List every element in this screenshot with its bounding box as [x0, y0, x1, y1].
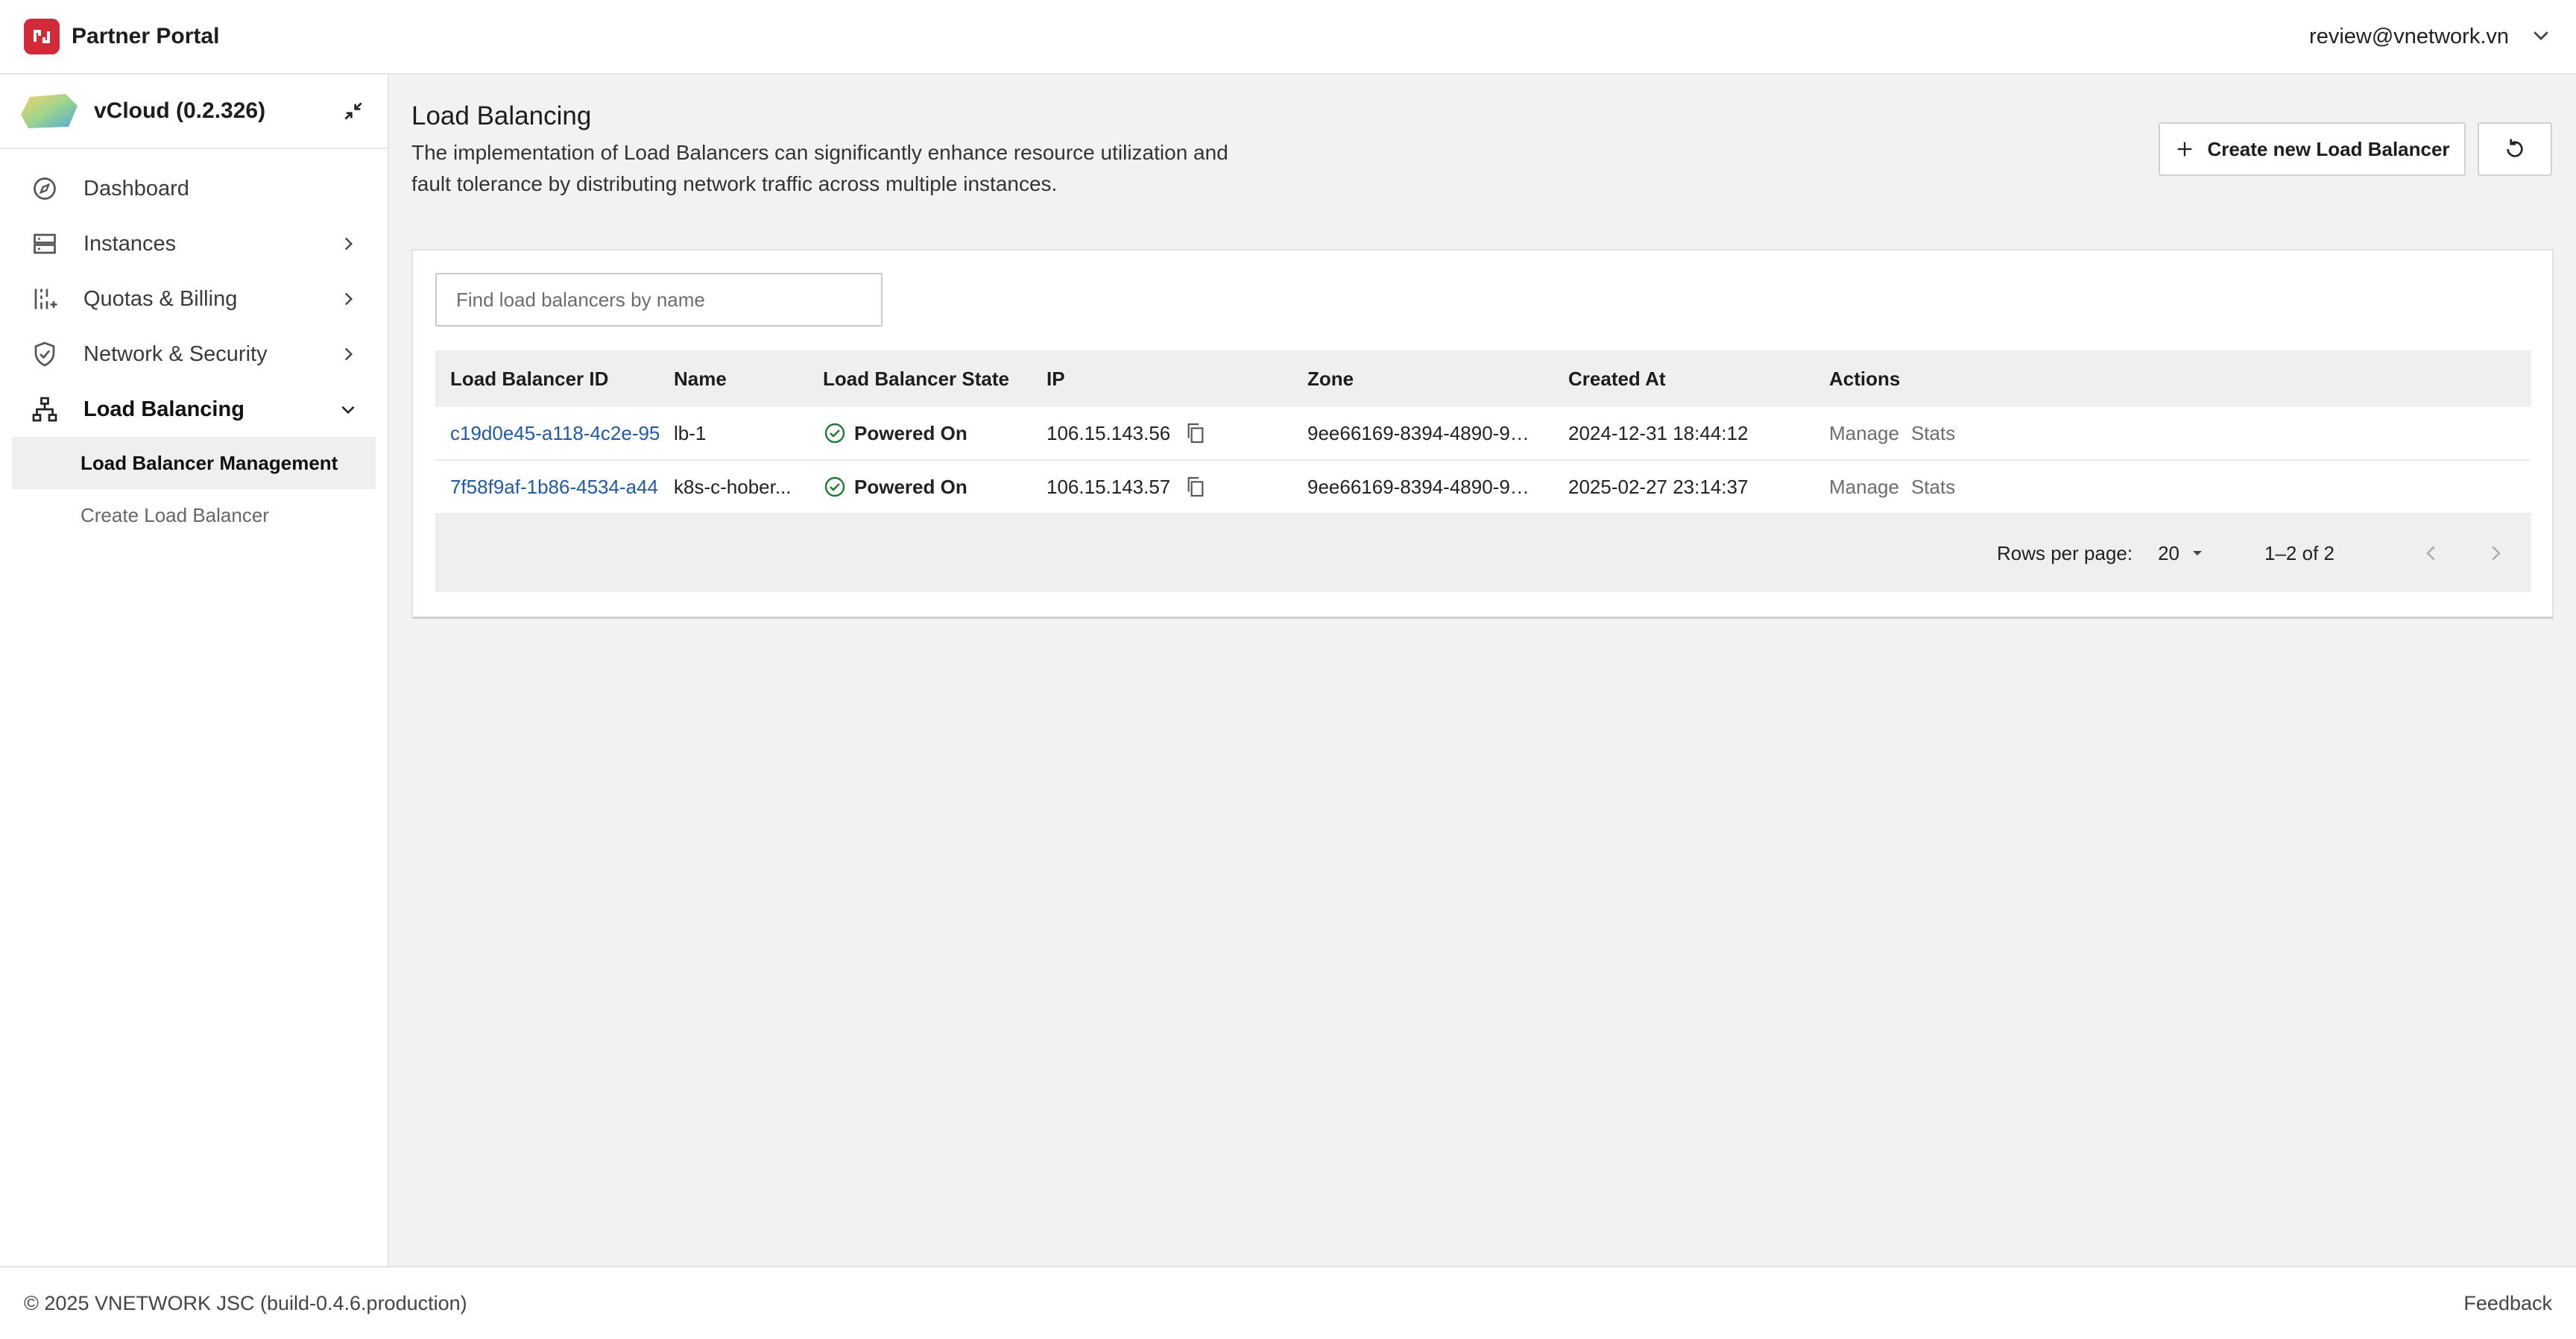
brand-name: Partner Portal: [72, 24, 220, 48]
sidebar-item-label: Load Balancing: [83, 397, 244, 421]
column-header-id[interactable]: Load Balancer ID: [435, 368, 659, 391]
page-header: Load Balancing The implementation of Loa…: [411, 101, 1306, 200]
org-switcher: vCloud (0.2.326): [0, 75, 388, 149]
created-at: 2024-12-31 18:44:12: [1568, 421, 1749, 444]
sidebar-item-label: Network & Security: [83, 341, 268, 366]
copyright-text: © 2025 VNETWORK JSC (build-0.4.6.product…: [24, 1291, 467, 1314]
plus-icon: [2178, 142, 2192, 157]
org-name: vCloud (0.2.326): [94, 98, 266, 123]
sidebar-item-label: Quotas & Billing: [83, 286, 238, 311]
ip-address: 106.15.143.57: [1046, 475, 1171, 498]
rows-per-page-value: 20: [2158, 541, 2180, 564]
zone-id: 9ee66169-8394-4890-93...: [1307, 421, 1531, 444]
column-header-actions: Actions: [1829, 367, 1901, 390]
manage-button[interactable]: Manage: [1829, 476, 1899, 499]
collapse-sidebar-button[interactable]: [338, 96, 368, 126]
load-balancer-name: lb-1: [674, 421, 707, 444]
search-input[interactable]: [435, 273, 883, 327]
main-content: Load Balancing The implementation of Loa…: [391, 75, 2576, 1266]
sidebar-item-quotas-billing[interactable]: Quotas & Billing: [0, 271, 388, 327]
sidebar-item-label: Instances: [83, 231, 177, 256]
refresh-button[interactable]: [2478, 122, 2552, 176]
copy-icon[interactable]: [1184, 421, 1208, 445]
feedback-link[interactable]: Feedback: [2463, 1292, 2552, 1315]
user-email: review@vnetwork.vn: [2309, 24, 2509, 48]
create-load-balancer-button[interactable]: Create new Load Balancer: [2159, 122, 2466, 176]
created-at: 2025-02-27 23:14:37: [1568, 475, 1749, 498]
table-header: Load Balancer ID Name Load Balancer Stat…: [435, 350, 2531, 407]
chevron-down-icon: [2530, 24, 2552, 50]
status-badge: Powered On: [808, 475, 1032, 499]
top-header: Partner Portal review@vnetwork.vn: [0, 0, 2576, 75]
column-header-zone[interactable]: Zone: [1292, 368, 1553, 391]
sidebar-subitem-create-load-balancer[interactable]: Create Load Balancer: [12, 489, 376, 541]
table-row: c19d0e45-a118-4c2e-95 lb-1 Powered On 10…: [435, 407, 2531, 461]
sidebar-nav: Dashboard Instances Quotas & Billing Net…: [0, 149, 388, 541]
stats-button[interactable]: Stats: [1911, 422, 1955, 445]
sidebar-subitem-label: Load Balancer Management: [80, 451, 338, 474]
shield-icon: [30, 339, 60, 369]
ip-address: 106.15.143.56: [1046, 421, 1171, 444]
page-title: Load Balancing: [411, 101, 592, 130]
compass-icon: [30, 174, 60, 204]
status-text: Powered On: [854, 421, 967, 444]
zone-id: 9ee66169-8394-4890-93...: [1307, 475, 1531, 498]
load-balancer-table-card: Load Balancer ID Name Load Balancer Stat…: [411, 249, 2554, 619]
sidebar-subitem-label: Create Load Balancer: [80, 503, 269, 526]
chevron-right-icon: [337, 233, 359, 255]
check-circle-icon: [824, 476, 845, 497]
rows-per-page-select[interactable]: 20: [2158, 542, 2206, 565]
column-header-created-at[interactable]: Created At: [1553, 368, 1814, 391]
next-page-button[interactable]: [2481, 538, 2510, 568]
column-header-ip[interactable]: IP: [1032, 368, 1292, 391]
user-menu[interactable]: review@vnetwork.vn: [2309, 24, 2552, 50]
chevron-right-icon: [337, 288, 359, 310]
load-balancer-id-link[interactable]: c19d0e45-a118-4c2e-95: [450, 422, 659, 445]
chevron-down-icon: [337, 398, 359, 420]
load-balancer-id-link[interactable]: 7f58f9af-1b86-4534-a44: [450, 476, 658, 499]
check-circle-icon: [824, 423, 845, 444]
refresh-icon: [2507, 139, 2523, 157]
load-balancer-name: k8s-c-hober...: [674, 475, 792, 498]
previous-page-button[interactable]: [2416, 538, 2446, 568]
table-row: 7f58f9af-1b86-4534-a44 k8s-c-hober... Po…: [435, 461, 2531, 514]
table-pagination: Rows per page: 20 1–2 of 2: [435, 514, 2531, 592]
sidebar-subitem-load-balancer-management[interactable]: Load Balancer Management: [12, 437, 376, 489]
page-footer: © 2025 VNETWORK JSC (build-0.4.6.product…: [0, 1266, 2576, 1339]
collapse-icon: [344, 102, 362, 120]
copy-icon[interactable]: [1184, 475, 1208, 499]
sidebar-item-network-security[interactable]: Network & Security: [0, 327, 388, 382]
sidebar-item-load-balancing[interactable]: Load Balancing: [0, 382, 388, 437]
caret-down-icon: [2193, 551, 2203, 555]
column-header-state[interactable]: Load Balancer State: [808, 368, 1032, 391]
sitemap-icon: [30, 394, 60, 424]
sidebar-item-label: Dashboard: [83, 176, 189, 201]
rows-per-page-label: Rows per page:: [1996, 541, 2133, 564]
status-text: Powered On: [854, 475, 967, 498]
cloud-logo-icon: [21, 94, 78, 128]
column-header-name[interactable]: Name: [659, 368, 808, 391]
chevron-left-icon: [2426, 546, 2435, 561]
page-description: The implementation of Load Balancers can…: [411, 141, 1228, 195]
pagination-range: 1–2 of 2: [2264, 541, 2334, 564]
create-load-balancer-label: Create new Load Balancer: [2207, 137, 2450, 160]
quota-icon: [30, 284, 60, 314]
stats-button[interactable]: Stats: [1911, 476, 1955, 499]
manage-button[interactable]: Manage: [1829, 422, 1899, 445]
server-icon: [30, 229, 60, 259]
sidebar-item-dashboard[interactable]: Dashboard: [0, 161, 388, 216]
chevron-right-icon: [2492, 546, 2501, 561]
sidebar: vCloud (0.2.326) Dashboard Instances Quo…: [0, 75, 389, 1266]
brand-logo-icon[interactable]: [24, 19, 60, 54]
status-badge: Powered On: [808, 421, 1032, 445]
chevron-right-icon: [337, 343, 359, 365]
load-balancer-table: Load Balancer ID Name Load Balancer Stat…: [435, 350, 2531, 592]
sidebar-item-instances[interactable]: Instances: [0, 216, 388, 271]
